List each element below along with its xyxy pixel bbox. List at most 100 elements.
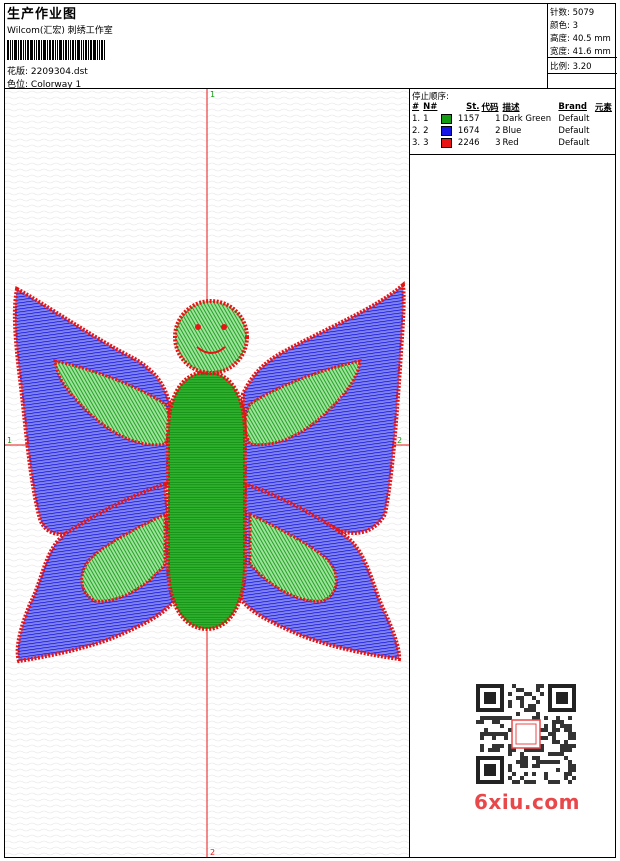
qr-module bbox=[492, 736, 496, 740]
qr-module bbox=[556, 768, 560, 772]
barcode-bar bbox=[23, 40, 24, 60]
cell-num: 2. bbox=[412, 126, 421, 136]
qr-module bbox=[564, 772, 568, 776]
cell-brand: Default bbox=[558, 126, 590, 136]
qr-module bbox=[532, 780, 536, 784]
qr-module bbox=[512, 684, 516, 688]
qr-module bbox=[564, 740, 568, 744]
qr-module bbox=[556, 752, 560, 756]
qr-module bbox=[552, 732, 556, 736]
barcode-bar bbox=[93, 40, 96, 60]
qr-module bbox=[520, 776, 524, 780]
qr-module bbox=[520, 756, 524, 760]
barcode-bar bbox=[43, 40, 46, 60]
qr-module bbox=[524, 760, 528, 764]
barcode-bar bbox=[65, 40, 67, 60]
barcode-bar bbox=[99, 40, 100, 60]
barcode-bar bbox=[41, 40, 42, 60]
qr-finder bbox=[556, 692, 568, 704]
qr-module bbox=[536, 712, 540, 716]
right-marker: 2 bbox=[397, 436, 402, 445]
qr-module bbox=[572, 776, 576, 780]
color-swatch bbox=[441, 137, 453, 148]
qr-module bbox=[528, 780, 532, 784]
qr-module bbox=[544, 716, 548, 720]
col-code: 代码 bbox=[481, 103, 499, 113]
cell-swatch bbox=[440, 113, 454, 125]
cell-stitches: 1674 bbox=[457, 126, 480, 136]
qr-module bbox=[520, 764, 524, 768]
stat-value: 40.5 mm bbox=[572, 34, 611, 44]
left-eye bbox=[195, 324, 201, 330]
qr-finder bbox=[484, 692, 496, 704]
barcode-bar bbox=[49, 40, 51, 60]
qr-module bbox=[488, 748, 492, 752]
qr-module bbox=[552, 720, 556, 724]
qr-module bbox=[536, 684, 540, 688]
barcode-bar bbox=[27, 40, 29, 60]
qr-module bbox=[492, 716, 496, 720]
barcode-bar bbox=[88, 40, 89, 60]
cell-n: 2 bbox=[423, 126, 429, 136]
qr-module bbox=[564, 756, 568, 760]
stat-scale: 比例: 3.20 bbox=[550, 60, 592, 72]
qr-module bbox=[572, 732, 576, 736]
qr-module bbox=[484, 716, 488, 720]
qr-module bbox=[540, 692, 544, 696]
qr-module bbox=[508, 764, 512, 768]
qr-module bbox=[524, 764, 528, 768]
barcode-bar bbox=[36, 40, 37, 60]
barcode-bar bbox=[77, 40, 80, 60]
qr-module bbox=[520, 696, 524, 700]
qr-module bbox=[524, 708, 528, 712]
design-label: 花版: bbox=[7, 67, 29, 77]
qr-code bbox=[470, 682, 582, 784]
qr-module bbox=[516, 688, 520, 692]
cell-element bbox=[594, 125, 615, 137]
qr-code-graphic bbox=[476, 684, 576, 784]
qr-module bbox=[480, 748, 484, 752]
qr-module bbox=[568, 768, 572, 772]
qr-module bbox=[500, 744, 504, 748]
qr-module bbox=[520, 700, 524, 704]
barcode-bar bbox=[68, 40, 69, 60]
barcode-bar bbox=[59, 40, 62, 60]
qr-module bbox=[560, 752, 564, 756]
cell-code: 1 bbox=[495, 114, 501, 124]
qr-module bbox=[480, 744, 484, 748]
barcode-bar bbox=[63, 40, 64, 60]
butterfly-head bbox=[173, 299, 249, 375]
cell-stitches: 1157 bbox=[457, 114, 480, 124]
qr-module bbox=[568, 736, 572, 740]
barcode-bar bbox=[20, 40, 22, 60]
barcode-bar bbox=[57, 40, 58, 60]
qr-module bbox=[524, 772, 528, 776]
panel-divider bbox=[410, 154, 616, 155]
qr-module bbox=[572, 764, 576, 768]
qr-module bbox=[532, 696, 536, 700]
barcode-bar bbox=[81, 40, 82, 60]
page-title: 生产作业图 bbox=[7, 7, 78, 22]
company-name: Wilcom(汇宏) 刺绣工作室 bbox=[7, 26, 113, 36]
table-row: 2. 2 1674 2 Blue Default bbox=[411, 125, 615, 137]
qr-module bbox=[544, 760, 548, 764]
preview-svg: 1 2 1 2 bbox=[5, 89, 409, 857]
qr-module bbox=[484, 732, 488, 736]
qr-module bbox=[536, 688, 540, 692]
qr-module bbox=[552, 724, 556, 728]
qr-module bbox=[476, 720, 480, 724]
barcode-bar bbox=[101, 40, 103, 60]
qr-module bbox=[536, 764, 540, 768]
stat-value: 3 bbox=[572, 21, 578, 31]
stat-label: 比例: bbox=[550, 62, 570, 72]
qr-module bbox=[492, 720, 496, 724]
qr-module bbox=[568, 744, 572, 748]
barcode-bar bbox=[47, 40, 48, 60]
barcode-bar bbox=[90, 40, 92, 60]
color-swatch bbox=[441, 113, 453, 124]
qr-module bbox=[564, 748, 568, 752]
qr-module bbox=[532, 772, 536, 776]
table-header: # N# St. 代码 描述 Brand 元素 bbox=[411, 101, 615, 113]
col-brand: Brand bbox=[558, 102, 587, 112]
qr-module bbox=[524, 692, 528, 696]
